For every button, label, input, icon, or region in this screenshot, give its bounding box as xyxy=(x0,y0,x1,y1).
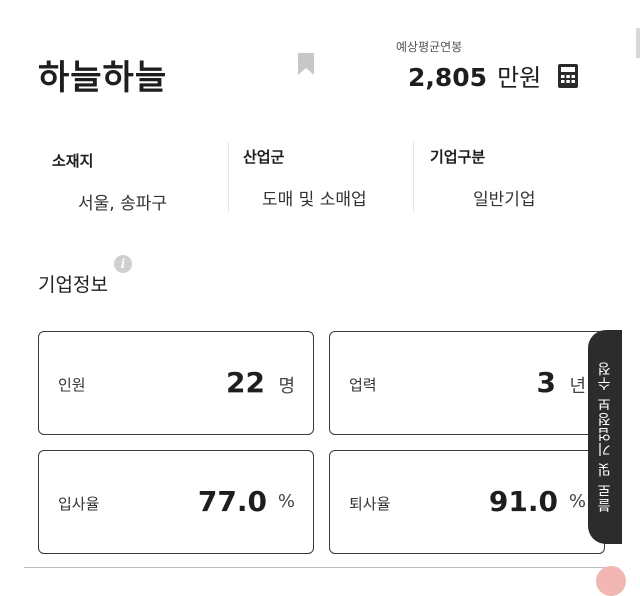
info-icon[interactable]: i xyxy=(114,255,132,273)
edit-info-tab[interactable]: 블로 및 기업정보 수정 xyxy=(588,330,622,544)
salary-value: 2,805 xyxy=(408,63,488,92)
stat-card-years: 업력 3 년 xyxy=(329,331,605,435)
stat-quit-rate-value: 91.0 xyxy=(488,485,558,518)
stat-card-hire-rate: 입사율 77.0 % xyxy=(38,450,314,554)
stat-employees-unit: 명 xyxy=(278,376,295,397)
salary-label: 예상평균연봉 xyxy=(396,40,463,54)
bookmark-icon[interactable] xyxy=(297,52,315,76)
calculator-icon[interactable] xyxy=(557,63,579,89)
info-company-type: 기업구분 일반기업 xyxy=(413,142,610,212)
stat-years-unit: 년 xyxy=(569,376,586,397)
stat-card-employees: 인원 22 명 xyxy=(38,331,314,435)
info-industry-value: 도매 및 소매업 xyxy=(262,190,367,210)
floating-action-button[interactable] xyxy=(596,566,626,596)
info-location-label: 소재지 xyxy=(52,152,94,170)
info-industry-label: 산업군 xyxy=(243,148,285,166)
company-name: 하늘하늘 xyxy=(38,58,168,98)
salary-unit: 만원 xyxy=(497,64,542,92)
stat-years-value: 3 xyxy=(536,366,556,399)
scrollbar[interactable] xyxy=(636,28,640,58)
info-company-type-value: 일반기업 xyxy=(473,190,536,210)
divider xyxy=(24,567,618,568)
stat-quit-rate-label: 퇴사율 xyxy=(349,495,391,513)
stat-employees-label: 인원 xyxy=(58,376,86,394)
stat-hire-rate-label: 입사율 xyxy=(58,495,100,513)
section-title: 기업정보 xyxy=(38,274,108,296)
edit-info-tab-label: 블로 및 기업정보 수정 xyxy=(597,361,613,513)
info-company-type-label: 기업구분 xyxy=(430,148,486,166)
stat-hire-rate-unit: % xyxy=(277,491,295,512)
stat-years-label: 업력 xyxy=(349,376,377,394)
stat-quit-rate-unit: % xyxy=(568,491,586,512)
info-location-value: 서울, 송파구 xyxy=(78,194,168,214)
stat-employees-value: 22 xyxy=(226,366,265,399)
salary-row: 2,805 만원 xyxy=(408,58,541,93)
stat-card-quit-rate: 퇴사율 91.0 % xyxy=(329,450,605,554)
stat-hire-rate-value: 77.0 xyxy=(197,485,267,518)
info-industry: 산업군 도매 및 소매업 xyxy=(228,142,423,212)
info-location: 소재지 서울, 송파구 xyxy=(52,146,232,214)
